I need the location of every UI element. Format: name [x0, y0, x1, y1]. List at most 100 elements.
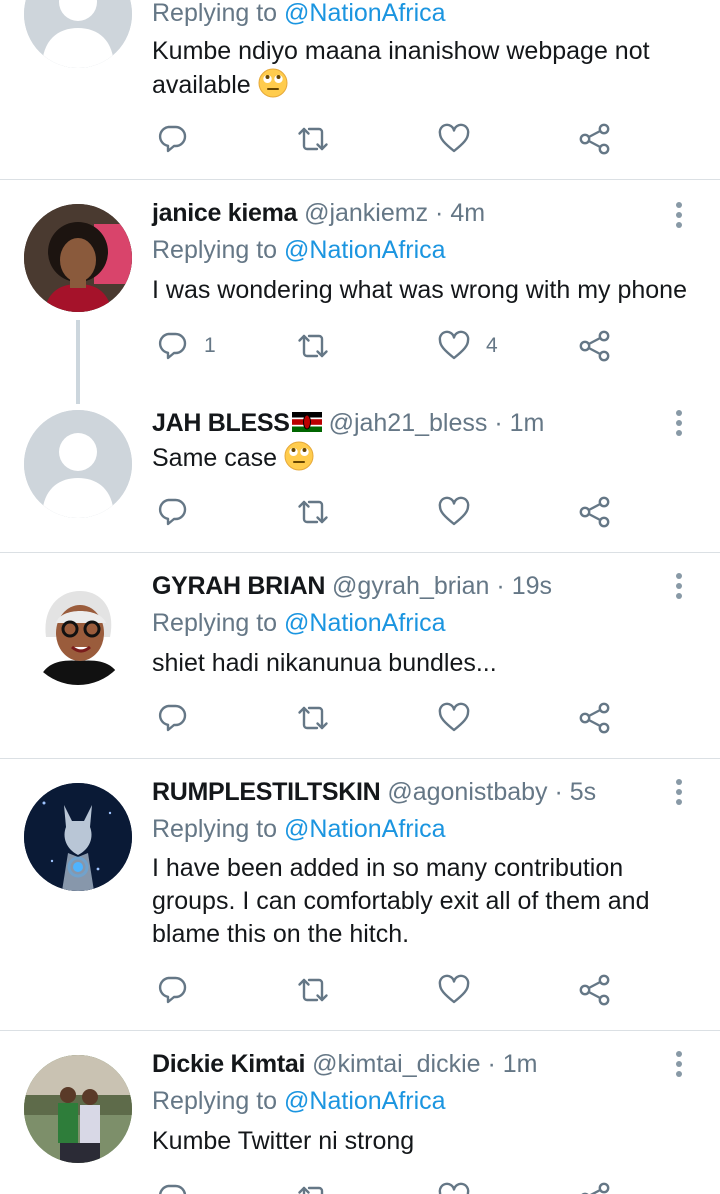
tweet-header: GYRAH BRIAN @gyrah_brian · 19s — [152, 569, 552, 603]
user-handle[interactable]: @gyrah_brian — [332, 572, 489, 600]
share-icon — [579, 702, 610, 734]
reply-button[interactable] — [154, 698, 190, 738]
retweet-button[interactable] — [295, 1178, 331, 1194]
more-options-button[interactable] — [666, 406, 694, 440]
profile-photo-icon — [24, 1055, 132, 1163]
share-button[interactable] — [577, 698, 613, 738]
tweet[interactable]: GYRAH BRIAN @gyrah_brian · 19s Replying … — [0, 553, 720, 758]
user-handle[interactable]: @agonistbaby — [387, 778, 547, 806]
reply-button[interactable] — [154, 492, 190, 532]
tweet-text: Kumbe ndiyo maana inanishow webpage not … — [152, 37, 650, 99]
avatar[interactable] — [24, 204, 132, 312]
share-icon — [579, 123, 610, 155]
replying-to-label: Replying to — [152, 815, 285, 843]
retweet-button[interactable] — [295, 326, 331, 366]
share-button[interactable] — [577, 970, 613, 1010]
replying-to-line: Replying to @NationAfrica — [152, 0, 446, 30]
mention-link[interactable]: @NationAfrica — [284, 815, 446, 843]
retweet-icon — [298, 127, 328, 151]
reply-button[interactable] — [154, 970, 190, 1010]
tweet[interactable]: Dickie Kimtai @kimtai_dickie · 1m Replyi… — [0, 1031, 720, 1194]
replying-to-line: Replying to @NationAfrica — [152, 812, 446, 846]
replying-to-line: Replying to @NationAfrica — [152, 606, 446, 640]
reply-button[interactable] — [154, 1178, 190, 1194]
avatar[interactable] — [24, 783, 132, 891]
retweet-button[interactable] — [295, 698, 331, 738]
share-button[interactable] — [577, 119, 613, 159]
share-button[interactable] — [577, 326, 613, 366]
retweet-button[interactable] — [295, 492, 331, 532]
profile-photo-icon — [24, 577, 132, 685]
like-button[interactable] — [436, 492, 472, 532]
tweet[interactable]: Replying to @NationAfrica Kumbe ndiyo ma… — [0, 0, 720, 180]
tweet[interactable]: RUMPLESTILTSKIN @agonistbaby · 5s Replyi… — [0, 759, 720, 1030]
separator-dot: · — [435, 199, 444, 227]
default-avatar-icon — [24, 410, 132, 518]
tweet[interactable]: janice kiema @jankiemz · 4m Replying to … — [0, 180, 720, 404]
like-button[interactable] — [436, 970, 472, 1010]
like-button[interactable] — [436, 698, 472, 738]
reply-button[interactable]: 1 — [154, 326, 216, 366]
mention-link[interactable]: @NationAfrica — [284, 1087, 446, 1115]
display-name[interactable]: JAH BLESS — [152, 409, 290, 437]
mention-link[interactable]: @NationAfrica — [284, 0, 446, 27]
share-icon — [579, 330, 610, 362]
timestamp[interactable]: 1m — [510, 409, 545, 437]
timestamp[interactable]: 1m — [503, 1050, 538, 1078]
default-avatar-icon — [24, 0, 132, 68]
reply-icon — [158, 704, 187, 732]
reply-button[interactable] — [154, 119, 190, 159]
share-button[interactable] — [577, 1178, 613, 1194]
tweet[interactable]: JAH BLESS @jah21_bless · 1m Same case — [0, 400, 720, 552]
replying-to-line: Replying to @NationAfrica — [152, 1084, 446, 1118]
display-name[interactable]: GYRAH BRIAN — [152, 572, 325, 600]
tweet-actions — [152, 119, 632, 159]
more-options-button[interactable] — [666, 569, 694, 603]
replying-to-line: Replying to @NationAfrica — [152, 233, 446, 267]
mention-link[interactable]: @NationAfrica — [284, 236, 446, 264]
like-button[interactable]: 4 — [436, 326, 498, 366]
share-button[interactable] — [577, 492, 613, 532]
tweet-text-line: I have been added in so many contributio… — [152, 854, 624, 882]
kenya-flag-emoji — [291, 412, 322, 432]
separator-dot: · — [496, 572, 505, 600]
heart-icon — [438, 1182, 470, 1194]
face-with-rolling-eyes-emoji — [284, 441, 315, 471]
tweet-header: JAH BLESS @jah21_bless · 1m — [152, 406, 544, 440]
tweet-actions — [152, 492, 632, 532]
retweet-icon — [298, 1186, 328, 1194]
more-options-button[interactable] — [666, 198, 694, 232]
more-options-button[interactable] — [666, 1047, 694, 1081]
reply-count: 1 — [204, 334, 216, 357]
display-name[interactable]: janice kiema — [152, 199, 297, 227]
tweet-text: I have been added in so many contributio… — [152, 852, 700, 951]
retweet-icon — [298, 500, 328, 524]
user-handle[interactable]: @jankiemz — [304, 199, 428, 227]
user-handle[interactable]: @jah21_bless — [329, 409, 488, 437]
avatar[interactable] — [24, 410, 132, 518]
more-options-button[interactable] — [666, 775, 694, 809]
timestamp[interactable]: 19s — [512, 572, 552, 600]
separator-dot: · — [554, 778, 563, 806]
retweet-button[interactable] — [295, 970, 331, 1010]
tweet-header: RUMPLESTILTSKIN @agonistbaby · 5s — [152, 775, 596, 809]
tweet-actions — [152, 1178, 632, 1194]
thread-connector — [76, 320, 80, 404]
avatar[interactable] — [24, 1055, 132, 1163]
tweet-actions — [152, 970, 632, 1010]
avatar[interactable] — [24, 577, 132, 685]
retweet-button[interactable] — [295, 119, 331, 159]
replying-to-label: Replying to — [152, 0, 285, 27]
display-name[interactable]: RUMPLESTILTSKIN — [152, 778, 381, 806]
mention-link[interactable]: @NationAfrica — [284, 609, 446, 637]
like-button[interactable] — [436, 1178, 472, 1194]
display-name[interactable]: Dickie Kimtai — [152, 1050, 305, 1078]
timestamp[interactable]: 4m — [450, 199, 485, 227]
avatar[interactable] — [24, 0, 132, 68]
user-handle[interactable]: @kimtai_dickie — [312, 1050, 480, 1078]
heart-icon — [438, 702, 470, 732]
like-button[interactable] — [436, 119, 472, 159]
share-icon — [579, 496, 610, 528]
timestamp[interactable]: 5s — [570, 778, 596, 806]
reply-icon — [158, 125, 187, 153]
